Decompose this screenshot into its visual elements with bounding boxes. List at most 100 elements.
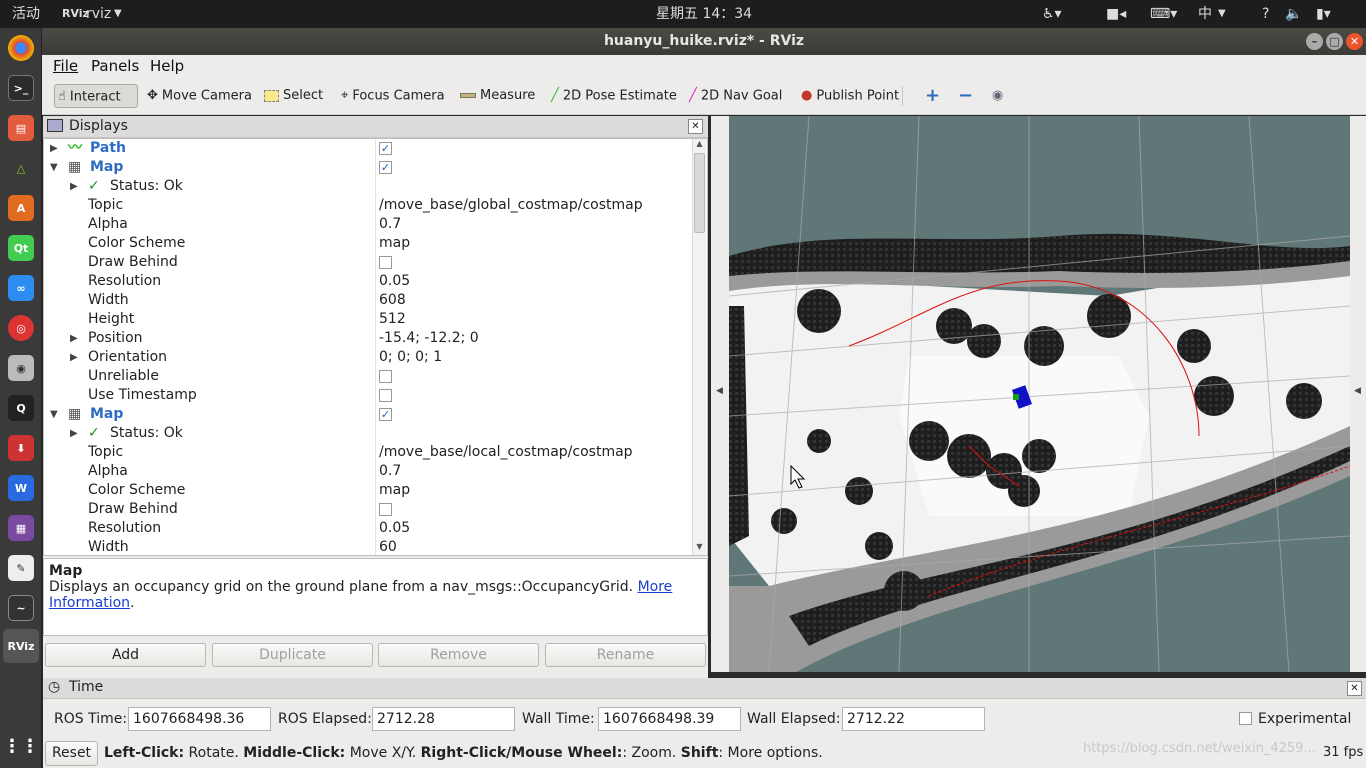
collapse-arrow-icon[interactable]: ▼ xyxy=(50,158,60,177)
input-method[interactable]: 中 xyxy=(1198,0,1212,28)
property-row[interactable]: Width 608 xyxy=(44,291,694,310)
unreliable-checkbox[interactable] xyxy=(379,369,392,383)
property-value[interactable]: 0.05 xyxy=(379,272,410,291)
scroll-down-icon[interactable]: ▼ xyxy=(694,542,705,555)
menu-panels[interactable]: Panels xyxy=(91,57,139,75)
screenshot-icon[interactable]: ◉ xyxy=(8,355,34,381)
property-row[interactable]: Height 512 xyxy=(44,310,694,329)
property-row[interactable]: Unreliable xyxy=(44,367,694,386)
tree-row-status[interactable]: ▶ ✓ Status: Ok xyxy=(44,177,694,196)
expand-arrow-icon[interactable]: ▶ xyxy=(70,329,80,348)
battery-icon[interactable]: ▮▾ xyxy=(1316,0,1331,28)
software-center-icon[interactable]: A xyxy=(8,195,34,221)
property-value[interactable]: 0.05 xyxy=(379,519,410,538)
rename-button[interactable]: Rename xyxy=(545,643,706,667)
property-row[interactable]: Resolution 0.05 xyxy=(44,272,694,291)
reset-button[interactable]: Reset xyxy=(45,741,98,766)
clock[interactable]: 星期五 14：34 xyxy=(656,0,752,28)
scroll-up-icon[interactable]: ▲ xyxy=(694,139,705,152)
3d-viewport[interactable] xyxy=(729,116,1350,672)
publish-point-tool[interactable]: ● Publish Point xyxy=(798,84,903,108)
draw-behind-checkbox[interactable] xyxy=(379,255,392,269)
eye-icon[interactable]: ◉ xyxy=(989,84,1007,108)
pose-estimate-tool[interactable]: ╱ 2D Pose Estimate xyxy=(548,84,681,108)
chrome-icon[interactable] xyxy=(8,35,34,61)
files-icon[interactable]: ▤ xyxy=(8,115,34,141)
close-icon[interactable]: ✕ xyxy=(1347,681,1362,696)
property-row[interactable]: Use Timestamp xyxy=(44,386,694,405)
close-button[interactable]: ✕ xyxy=(1346,33,1363,50)
enabled-checkbox[interactable]: ✓ xyxy=(379,160,392,174)
property-value[interactable]: 512 xyxy=(379,310,406,329)
property-row[interactable]: Topic/move_base/local_costmap/costmap xyxy=(44,443,694,462)
focus-camera-tool[interactable]: ⌖ Focus Camera xyxy=(338,84,449,108)
property-value[interactable]: map xyxy=(379,234,410,253)
draw-behind-checkbox[interactable] xyxy=(379,502,392,516)
text-editor-icon[interactable]: ✎ xyxy=(8,555,34,581)
accessibility-icon[interactable]: ♿▾ xyxy=(1042,0,1062,28)
expand-arrow-icon[interactable]: ▶ xyxy=(70,177,80,196)
ros-time-field[interactable]: 1607668498.36 xyxy=(128,707,271,731)
property-row[interactable]: Alpha 0.7 xyxy=(44,462,694,481)
property-row[interactable]: Color Scheme map xyxy=(44,234,694,253)
expand-arrow-icon[interactable]: ▶ xyxy=(50,139,60,158)
wall-elapsed-field[interactable]: 2712.22 xyxy=(842,707,985,731)
video-icon[interactable]: ▦ xyxy=(8,515,34,541)
property-row[interactable]: Resolution 0.05 xyxy=(44,519,694,538)
collapse-left-icon[interactable]: ◀ xyxy=(716,386,723,396)
baidu-netdisk-icon[interactable]: ∞ xyxy=(8,275,34,301)
experimental-checkbox[interactable] xyxy=(1239,712,1252,725)
nav-goal-tool[interactable]: ╱ 2D Nav Goal xyxy=(686,84,786,108)
tree-row-status[interactable]: ▶ ✓ Status: Ok xyxy=(44,424,694,443)
property-value[interactable]: 0.7 xyxy=(379,462,401,481)
property-value[interactable]: 60 xyxy=(379,538,397,555)
wps-icon[interactable]: W xyxy=(8,475,34,501)
keyboard-icon[interactable]: ⌨▾ xyxy=(1150,0,1177,28)
add-tool-icon[interactable]: + xyxy=(922,84,944,108)
property-row[interactable]: Draw Behind xyxy=(44,500,694,519)
property-row[interactable]: Topic/move_base/global_costmap/costmap xyxy=(44,196,694,215)
property-row[interactable]: Alpha 0.7 xyxy=(44,215,694,234)
property-value[interactable]: -15.4; -12.2; 0 xyxy=(379,329,479,348)
close-icon[interactable]: ✕ xyxy=(688,119,703,134)
minimize-button[interactable]: – xyxy=(1306,33,1323,50)
interact-tool[interactable]: ☝ Interact xyxy=(54,84,138,108)
add-button[interactable]: Add xyxy=(45,643,206,667)
measure-tool[interactable]: Measure xyxy=(457,84,539,108)
property-row[interactable]: ▶ Position -15.4; -12.2; 0 xyxy=(44,329,694,348)
expand-arrow-icon[interactable]: ▶ xyxy=(70,348,80,367)
remove-tool-icon[interactable]: − xyxy=(955,84,977,108)
scrollbar-thumb[interactable] xyxy=(694,153,705,233)
system-monitor-icon[interactable]: ~ xyxy=(8,595,34,621)
property-value[interactable]: map xyxy=(379,481,410,500)
property-value[interactable]: 0.7 xyxy=(379,215,401,234)
property-row[interactable]: Draw Behind xyxy=(44,253,694,272)
ros-elapsed-field[interactable]: 2712.28 xyxy=(372,707,515,731)
collapse-right-icon[interactable]: ◀ xyxy=(1354,386,1361,396)
maximize-button[interactable]: □ xyxy=(1326,33,1343,50)
select-tool[interactable]: Select xyxy=(261,84,327,108)
menu-help[interactable]: Help xyxy=(150,57,184,75)
camera-icon[interactable]: ■◂ xyxy=(1106,0,1126,28)
tree-row-map[interactable]: ▼ ▦ Map ✓ xyxy=(44,405,694,424)
tree-row-path[interactable]: ▶ 〰 Path ✓ xyxy=(44,139,694,158)
menu-file[interactable]: File xyxy=(53,57,78,75)
help-icon[interactable]: ? xyxy=(1262,0,1269,28)
qq-icon[interactable]: Q xyxy=(8,395,34,421)
download-icon[interactable]: ⬇ xyxy=(8,435,34,461)
property-value[interactable]: 608 xyxy=(379,291,406,310)
remove-button[interactable]: Remove xyxy=(378,643,539,667)
property-value[interactable]: /move_base/global_costmap/costmap xyxy=(379,196,643,215)
enabled-checkbox[interactable]: ✓ xyxy=(379,407,392,421)
left-splitter[interactable]: ◀ xyxy=(711,116,729,672)
rviz-launcher-icon[interactable]: RViz xyxy=(3,629,39,663)
property-value[interactable]: /move_base/local_costmap/costmap xyxy=(379,443,633,462)
vertical-scrollbar[interactable]: ▲ ▼ xyxy=(692,139,706,555)
property-row[interactable]: Width 60 xyxy=(44,538,694,555)
property-value[interactable]: 0; 0; 0; 1 xyxy=(379,348,442,367)
enabled-checkbox[interactable]: ✓ xyxy=(379,141,392,155)
wall-time-field[interactable]: 1607668498.39 xyxy=(598,707,741,731)
show-apps-icon[interactable]: ⋮⋮ xyxy=(3,733,39,759)
expand-arrow-icon[interactable]: ▶ xyxy=(70,424,80,443)
tree-row-map[interactable]: ▼ ▦ Map ✓ xyxy=(44,158,694,177)
